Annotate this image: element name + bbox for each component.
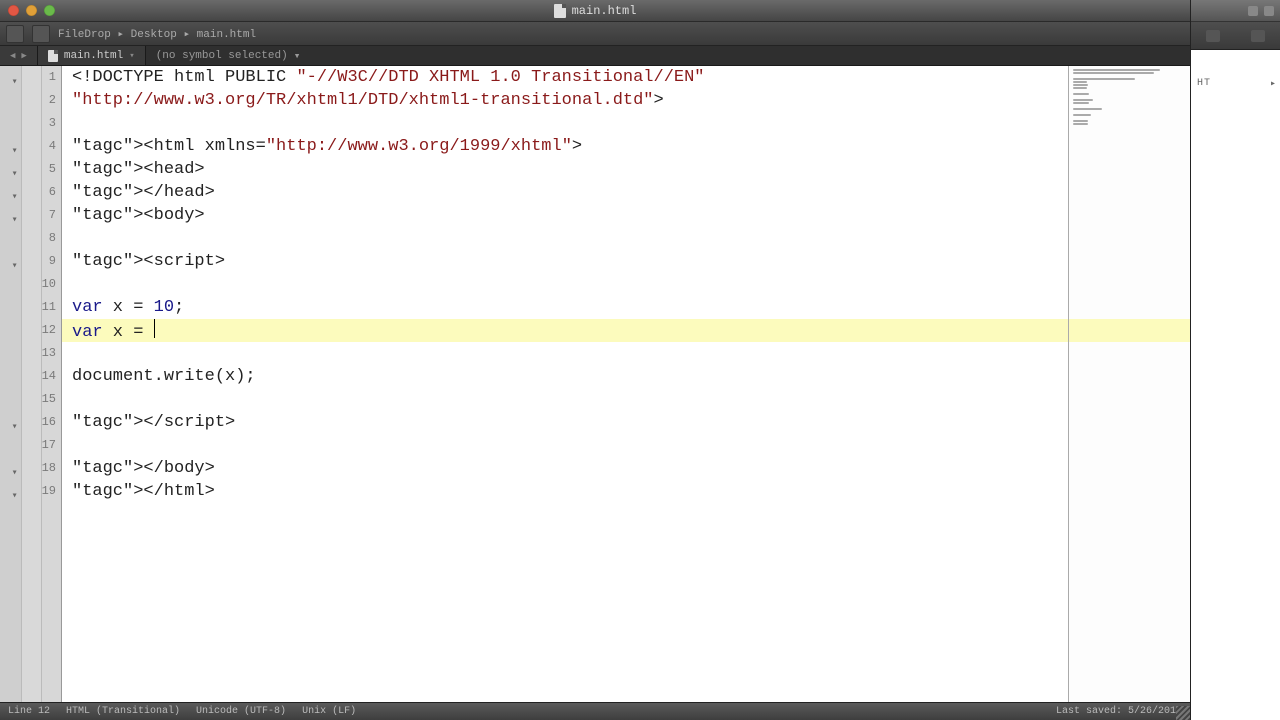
resize-handle-icon[interactable] [1176,706,1190,720]
symbol-selector[interactable]: (no symbol selected) ▾ [146,46,1206,65]
tab-bar: ◀▶ main.html ▾ (no symbol selected) ▾ [0,46,1280,66]
secondary-label: HT [1197,78,1211,89]
tab-label: main.html [64,50,123,62]
minimap-highlight [1069,319,1192,342]
secondary-window: HT ▸ [1190,0,1280,720]
window-title-text: main.html [572,4,637,18]
secondary-titlebar [1191,0,1280,22]
chevron-down-icon: ▾ [294,49,301,63]
breadcrumb[interactable]: FileDrop ▸ Desktop ▸ main.html [58,27,1274,41]
tab-main-html[interactable]: main.html ▾ [38,46,146,65]
symbol-label: (no symbol selected) [156,50,288,62]
code-editor[interactable]: <!DOCTYPE html PUBLIC "-//W3C//DTD XHTML… [62,66,1068,702]
chevron-down-icon[interactable]: ▾ [129,51,134,61]
back-icon[interactable] [1206,30,1220,42]
status-encoding[interactable]: Unicode (UTF-8) [196,706,286,717]
status-language[interactable]: HTML (Transitional) [66,706,180,717]
chevron-right-icon: ▸ [1270,78,1276,90]
status-saved: Last saved: 5/26/2013 [1056,706,1182,717]
code-content: <!DOCTYPE html PUBLIC "-//W3C//DTD XHTML… [72,66,1068,503]
window-titlebar: main.html [0,0,1280,22]
toolbar: FileDrop ▸ Desktop ▸ main.html [0,22,1280,46]
history-back-button[interactable]: ◀▶ [0,46,38,65]
sidebar-toggle-icon[interactable] [6,25,24,43]
close-icon[interactable] [1248,6,1258,16]
status-line-endings[interactable]: Unix (LF) [302,706,356,717]
workspace: 1▾234▾5▾6▾7▾89▾10111213141516▾1718▾19▾ <… [0,66,1190,702]
gutter: 1▾234▾5▾6▾7▾89▾10111213141516▾1718▾19▾ [0,66,62,702]
minimap[interactable] [1068,66,1190,702]
line-numbers: 1▾234▾5▾6▾7▾89▾10111213141516▾1718▾19▾ [42,66,58,702]
forward-icon[interactable] [1251,30,1265,42]
minimize-icon[interactable] [1264,6,1274,16]
secondary-body [1191,50,1280,720]
document-icon [48,50,58,62]
breadcrumb-text: FileDrop ▸ Desktop ▸ main.html [58,27,256,41]
document-toolbar-icon[interactable] [32,25,50,43]
status-bar: Line 12 HTML (Transitional) Unicode (UTF… [0,702,1190,720]
window-title: main.html [0,4,1190,18]
document-icon [554,4,566,18]
secondary-toolbar [1191,22,1280,50]
status-line: Line 12 [8,706,50,717]
